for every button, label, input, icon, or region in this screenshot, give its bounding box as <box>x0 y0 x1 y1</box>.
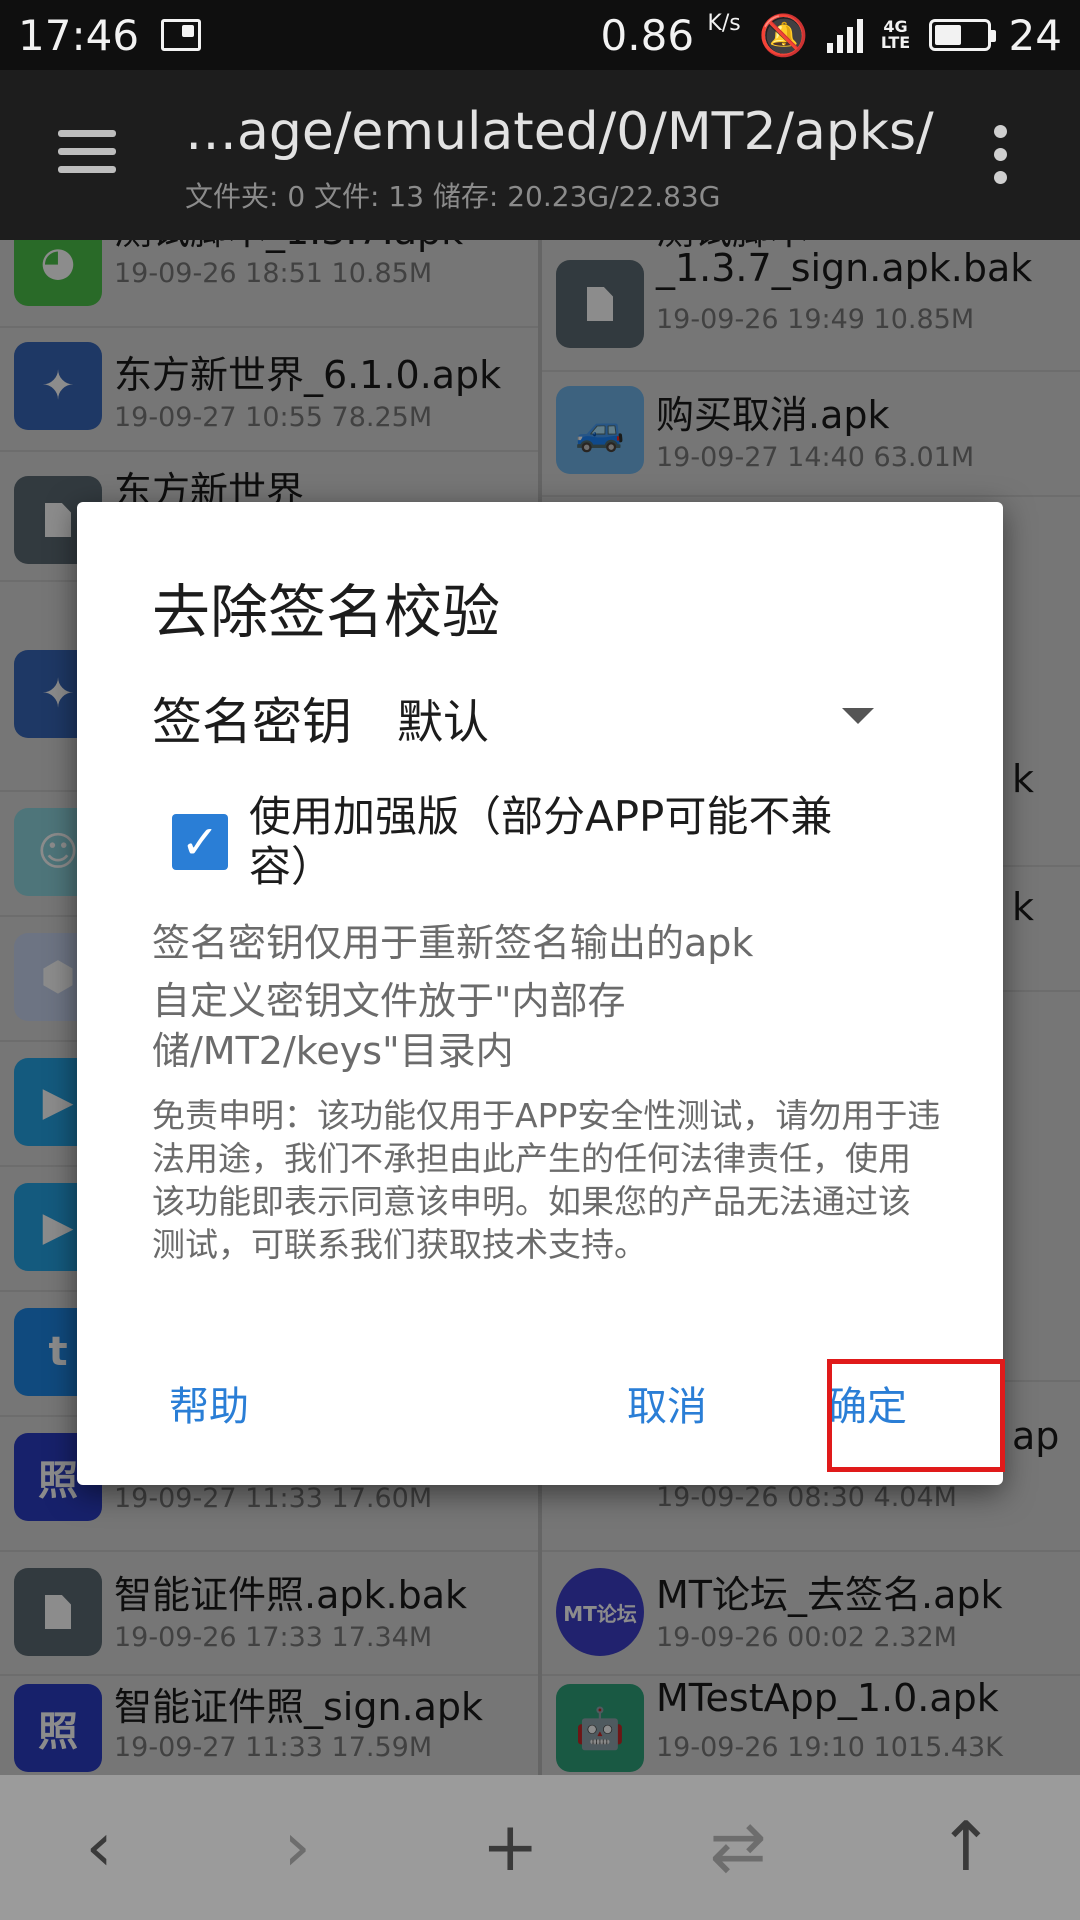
clock: 17:46 <box>18 10 140 60</box>
speed-unit: K/s <box>707 10 741 36</box>
disclaimer-text: 免责申明：该功能仅用于APP安全性测试，请勿用于违法用途，我们不承担由此产生的任… <box>152 1096 941 1264</box>
toolbar: …age/emulated/0/MT2/apks/ 文件夹: 0 文件: 13 … <box>0 70 1080 240</box>
mute-icon: 🔕 <box>758 12 809 59</box>
network-type: 4G LTE <box>880 17 911 52</box>
add-icon[interactable]: + <box>482 1808 539 1887</box>
network-speed: 0.86 K/s <box>601 11 741 60</box>
battery-icon <box>928 19 996 51</box>
up-icon[interactable]: ↑ <box>938 1808 995 1887</box>
status-left: 17:46 <box>18 10 202 60</box>
swap-icon[interactable]: ⇄ <box>710 1808 767 1887</box>
storage-info: 文件夹: 0 文件: 13 储存: 20.23G/22.83G <box>185 180 721 213</box>
enhanced-mode-checkbox[interactable]: ✓ <box>172 814 228 870</box>
forward-icon[interactable]: › <box>284 1808 311 1887</box>
status-bar: 17:46 0.86 K/s 🔕 4G LTE 24 <box>0 0 1080 70</box>
cancel-button[interactable]: 取消 <box>627 1374 707 1432</box>
signal-icon <box>826 17 863 53</box>
speed-value: 0.86 <box>600 10 695 60</box>
ok-button-highlight <box>827 1359 1005 1472</box>
image-notification-icon <box>161 19 202 51</box>
bottom-nav: ‹ › + ⇄ ↑ <box>0 1775 1080 1920</box>
signing-key-label: 签名密钥 <box>152 693 352 751</box>
key-usage-note: 签名密钥仅用于重新签名输出的apk <box>152 921 754 965</box>
signing-key-select[interactable]: 默认 <box>397 686 489 752</box>
menu-icon[interactable] <box>58 130 116 174</box>
more-options-icon[interactable] <box>994 125 1010 194</box>
custom-key-note: 自定义密钥文件放于"内部存储/MT2/keys"目录内 <box>152 979 626 1073</box>
remove-signature-dialog: 去除签名校验 签名密钥 默认 ✓ 使用加强版（部分APP可能不兼容） 签名密钥仅… <box>77 502 1003 1485</box>
help-button[interactable]: 帮助 <box>169 1374 249 1432</box>
dialog-title: 去除签名校验 <box>152 578 501 646</box>
dropdown-arrow-icon[interactable] <box>842 708 874 724</box>
current-path[interactable]: …age/emulated/0/MT2/apks/ <box>185 102 934 162</box>
enhanced-mode-label[interactable]: 使用加强版（部分APP可能不兼容） <box>249 792 889 892</box>
status-right: 0.86 K/s 🔕 4G LTE 24 <box>601 11 1062 60</box>
battery-level: 24 <box>1008 10 1062 60</box>
back-icon[interactable]: ‹ <box>85 1808 112 1887</box>
